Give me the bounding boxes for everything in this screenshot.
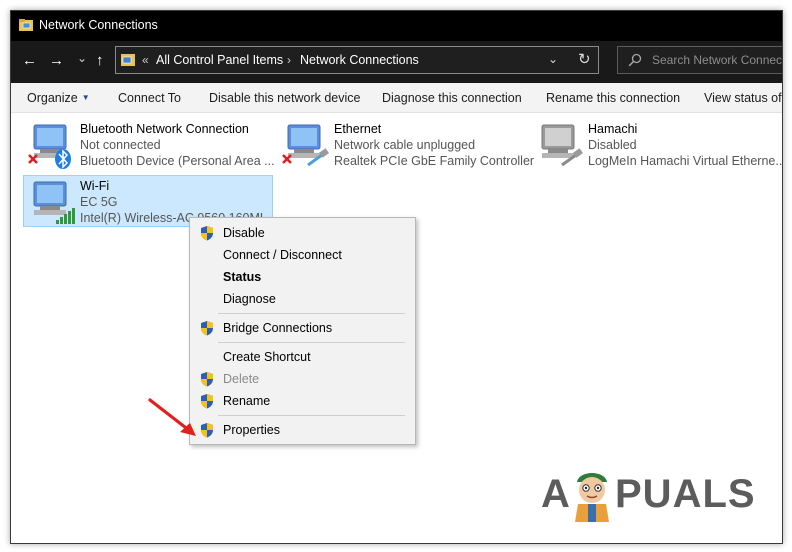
adapter-name: Bluetooth Network Connection (80, 122, 249, 136)
diagnose-connection-button[interactable]: Diagnose this connection (382, 91, 522, 105)
menu-item-status[interactable]: Status (190, 266, 415, 288)
menu-item-label: Connect / Disconnect (223, 248, 342, 262)
menu-item-rename[interactable]: Rename (190, 390, 415, 412)
organize-button[interactable]: Organize ▼ (27, 91, 90, 105)
bluetooth-network-icon (28, 124, 71, 169)
adapter-hamachi[interactable]: Hamachi Disabled LogMeIn Hamachi Virtual… (532, 119, 783, 170)
network-folder-icon (19, 19, 33, 31)
menu-separator (218, 415, 405, 416)
search-placeholder: Search Network Connections (652, 53, 783, 67)
watermark-letter-a: A (541, 472, 571, 516)
adapter-context-menu: Disable Connect / Disconnect Status Diag… (189, 217, 416, 445)
forward-button[interactable]: → (49, 53, 64, 69)
recent-locations-button[interactable]: ⌄ (77, 50, 87, 66)
appuals-watermark: A PUALS (541, 466, 756, 526)
navigation-bar: ← → ⌄ ↑ « All Control Panel Items › Netw… (11, 41, 782, 83)
menu-item-label: Rename (223, 394, 271, 408)
menu-item-label: Diagnose (223, 292, 276, 306)
watermark-text: PUALS (615, 472, 756, 516)
address-history-chevron[interactable]: « (142, 53, 149, 67)
adapter-name: Wi-Fi (80, 179, 110, 193)
adapter-status: Disabled (588, 138, 637, 152)
organize-caret-icon: ▼ (81, 93, 90, 102)
menu-item-delete[interactable]: Delete (190, 368, 415, 390)
refresh-button[interactable]: ↻ (578, 50, 591, 68)
adapter-device: LogMeIn Hamachi Virtual Etherne... (588, 154, 783, 168)
adapter-status: Network cable unplugged (334, 138, 476, 152)
command-bar: Organize ▼ Connect To Disable this networ… (11, 83, 782, 113)
uac-shield-icon (201, 321, 213, 336)
menu-item-disable[interactable]: Disable (190, 222, 415, 244)
window-title: Network Connections (39, 18, 158, 32)
menu-item-label: Properties (223, 423, 280, 437)
uac-shield-icon (201, 372, 213, 387)
wifi-network-icon (33, 181, 75, 224)
menu-separator (218, 342, 405, 343)
ethernet-network-icon (282, 124, 329, 167)
menu-item-label: Delete (223, 372, 260, 386)
adapter-device: Realtek PCIe GbE Family Controller (334, 154, 535, 168)
adapter-name: Hamachi (588, 122, 638, 136)
rename-connection-button[interactable]: Rename this connection (546, 91, 680, 105)
up-button[interactable]: ↑ (96, 53, 104, 69)
adapter-name: Ethernet (334, 122, 382, 136)
uac-shield-icon (201, 226, 213, 241)
adapter-ethernet[interactable]: Ethernet Network cable unplugged Realtek… (278, 119, 534, 170)
address-bar[interactable]: « All Control Panel Items › Network Conn… (115, 46, 599, 74)
adapter-bluetooth[interactable]: Bluetooth Network Connection Not connect… (24, 119, 275, 170)
menu-item-connect-disconnect[interactable]: Connect / Disconnect (190, 244, 415, 266)
adapter-status: EC 5G (80, 195, 118, 209)
back-button[interactable]: ← (22, 53, 37, 69)
breadcrumb-network-connections[interactable]: Network Connections (300, 53, 419, 67)
menu-item-label: Bridge Connections (223, 321, 333, 335)
connect-to-button[interactable]: Connect To (118, 91, 181, 105)
appuals-mascot-icon (575, 473, 609, 522)
menu-separator (218, 313, 405, 314)
hamachi-network-icon (541, 124, 583, 167)
breadcrumb-separator[interactable]: › (287, 53, 291, 67)
adapter-status: Not connected (80, 138, 161, 152)
network-connections-window: Network Connections ← → ⌄ ↑ « All Contro… (10, 10, 783, 544)
adapter-device: Bluetooth Device (Personal Area ... (80, 154, 275, 168)
menu-item-label: Status (223, 270, 262, 284)
organize-label: Organize (27, 91, 78, 105)
red-arrow-annotation (148, 398, 196, 436)
menu-item-diagnose[interactable]: Diagnose (190, 288, 415, 310)
menu-item-label: Create Shortcut (223, 350, 311, 364)
view-status-button[interactable]: View status of this connection (704, 91, 782, 105)
menu-item-label: Disable (223, 226, 265, 240)
search-icon (628, 53, 642, 67)
menu-item-properties[interactable]: Properties (190, 419, 415, 441)
address-dropdown-button[interactable]: ⌄ (548, 52, 558, 66)
menu-item-bridge-connections[interactable]: Bridge Connections (190, 317, 415, 339)
control-panel-icon (121, 54, 135, 66)
title-bar: Network Connections (11, 11, 782, 41)
breadcrumb-control-panel-items[interactable]: All Control Panel Items (156, 53, 283, 67)
search-box[interactable]: Search Network Connections (617, 46, 783, 74)
menu-item-create-shortcut[interactable]: Create Shortcut (190, 346, 415, 368)
disable-device-button[interactable]: Disable this network device (209, 91, 360, 105)
